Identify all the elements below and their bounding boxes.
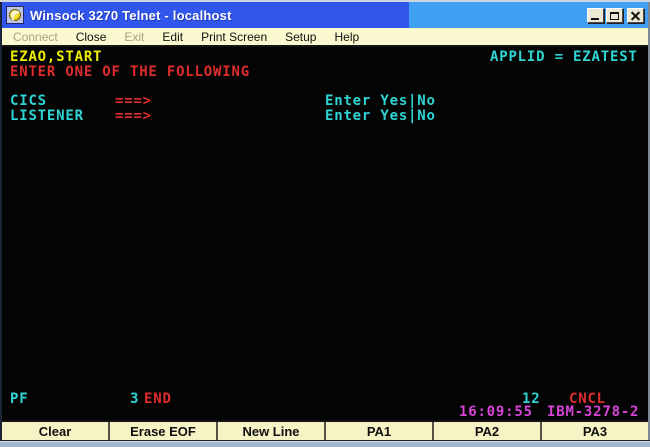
menu-bar: Connect Close Exit Edit Print Screen Set… bbox=[2, 28, 648, 45]
terminal-type-text: IBM-3278-2 bbox=[547, 406, 639, 419]
listener-hint: Enter Yes|No bbox=[325, 110, 436, 123]
window-title: Winsock 3270 Telnet - localhost bbox=[30, 8, 232, 23]
menu-item-connect[interactable]: Connect bbox=[4, 30, 67, 44]
command-line-text: EZAO,START bbox=[10, 51, 102, 64]
terminal-screen[interactable]: EZAO,START APPLID = EZATEST ENTER ONE OF… bbox=[3, 47, 647, 420]
listener-arrow: ===> bbox=[115, 110, 152, 123]
pf3-key: 3 bbox=[130, 393, 139, 406]
new-line-button[interactable]: New Line bbox=[218, 422, 326, 440]
menu-item-exit[interactable]: Exit bbox=[115, 30, 153, 44]
clear-button[interactable]: Clear bbox=[2, 422, 110, 440]
menu-item-print-screen[interactable]: Print Screen bbox=[192, 30, 276, 44]
menu-item-close[interactable]: Close bbox=[67, 30, 116, 44]
app-globe-icon[interactable] bbox=[6, 6, 24, 24]
maximize-icon bbox=[610, 12, 619, 20]
maximize-button[interactable] bbox=[606, 8, 623, 23]
close-button[interactable] bbox=[627, 8, 644, 23]
menu-item-setup[interactable]: Setup bbox=[276, 30, 325, 44]
pa2-button[interactable]: PA2 bbox=[434, 422, 542, 440]
minimize-icon bbox=[591, 18, 599, 20]
pf-label: PF bbox=[10, 393, 28, 406]
keypad-bar: Clear Erase EOF New Line PA1 PA2 PA3 bbox=[2, 420, 648, 440]
clock-text: 16:09:55 bbox=[459, 406, 533, 419]
prompt-text: ENTER ONE OF THE FOLLOWING bbox=[10, 66, 250, 79]
pa3-button[interactable]: PA3 bbox=[542, 422, 648, 440]
erase-eof-button[interactable]: Erase EOF bbox=[110, 422, 218, 440]
listener-field-label: LISTENER bbox=[10, 110, 84, 123]
window-border-left bbox=[0, 2, 2, 440]
cics-arrow: ===> bbox=[115, 95, 152, 108]
cics-field-label: CICS bbox=[10, 95, 47, 108]
menu-item-edit[interactable]: Edit bbox=[153, 30, 192, 44]
cics-hint: Enter Yes|No bbox=[325, 95, 436, 108]
window-controls bbox=[585, 8, 644, 23]
window-border-bottom bbox=[0, 440, 650, 447]
pf3-action: END bbox=[144, 393, 172, 406]
menu-item-help[interactable]: Help bbox=[325, 30, 368, 44]
globe-icon bbox=[9, 9, 21, 21]
pa1-button[interactable]: PA1 bbox=[326, 422, 434, 440]
minimize-button[interactable] bbox=[587, 8, 604, 23]
applid-text: APPLID = EZATEST bbox=[490, 51, 638, 64]
title-bar[interactable]: Winsock 3270 Telnet - localhost bbox=[2, 2, 648, 28]
telnet-window: Winsock 3270 Telnet - localhost Connect … bbox=[0, 0, 650, 447]
